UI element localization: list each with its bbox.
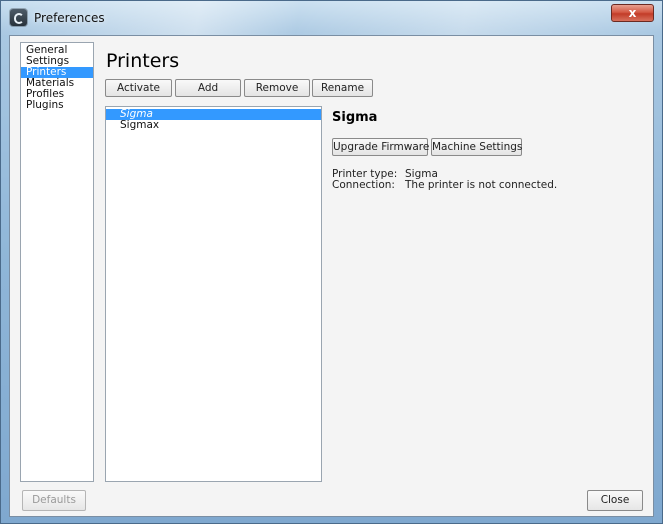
connection-label: Connection: [332, 179, 395, 191]
defaults-button[interactable]: Defaults [22, 490, 86, 511]
rename-button[interactable]: Rename [312, 79, 373, 97]
app-logo-icon [10, 9, 27, 26]
nav-item-plugins[interactable]: Plugins [21, 100, 93, 111]
close-button[interactable]: Close [587, 490, 643, 511]
dialog-body: General Settings Printers Materials Prof… [9, 35, 654, 517]
add-button[interactable]: Add [175, 79, 241, 97]
printer-list-item[interactable]: Sigmax [106, 120, 321, 131]
machine-settings-button[interactable]: Machine Settings [431, 138, 522, 156]
preferences-nav-list: General Settings Printers Materials Prof… [20, 42, 94, 482]
selected-printer-name: Sigma [332, 110, 378, 125]
window-title: Preferences [34, 11, 105, 25]
page-title: Printers [106, 50, 180, 72]
remove-button[interactable]: Remove [244, 79, 310, 97]
upgrade-firmware-button[interactable]: Upgrade Firmware [332, 138, 429, 156]
connection-status-value: The printer is not connected. [405, 179, 558, 191]
activate-button[interactable]: Activate [105, 79, 172, 97]
title-bar[interactable]: Preferences x [1, 1, 662, 35]
window-close-button[interactable]: x [611, 4, 654, 22]
printer-list: Sigma Sigmax [105, 106, 322, 482]
preferences-window: Preferences x General Settings Printers … [0, 0, 663, 524]
